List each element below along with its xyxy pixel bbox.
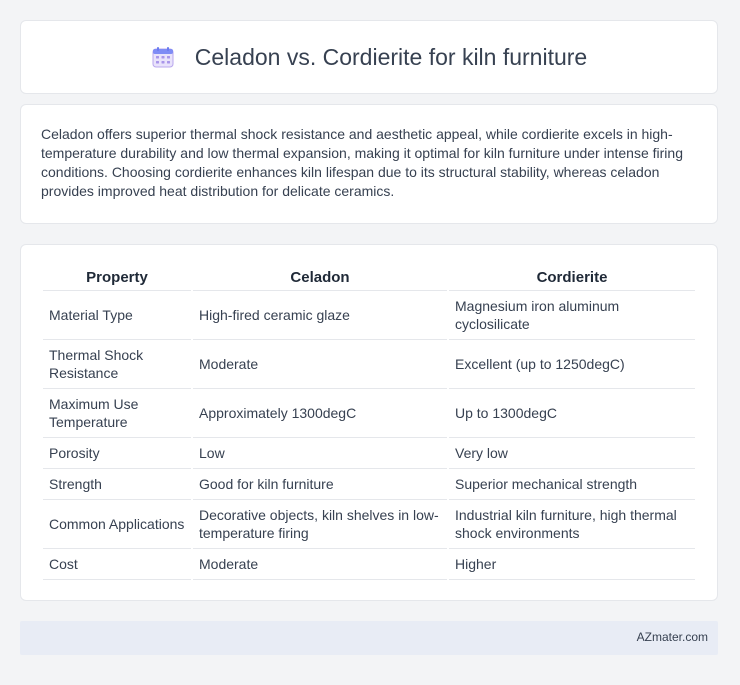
- title-card: Celadon vs. Cordierite for kiln furnitur…: [20, 20, 718, 94]
- table-cell: Magnesium iron aluminum cyclosilicate: [449, 291, 695, 340]
- table-cell: Strength: [43, 469, 191, 500]
- table-cell: Cost: [43, 549, 191, 580]
- table-row: Strength Good for kiln furniture Superio…: [43, 469, 695, 500]
- table-row: Maximum Use Temperature Approximately 13…: [43, 389, 695, 438]
- title-wrap: Celadon vs. Cordierite for kiln furnitur…: [151, 44, 587, 71]
- table-row: Cost Moderate Higher: [43, 549, 695, 580]
- table-cell: High-fired ceramic glaze: [193, 291, 447, 340]
- comparison-table-card: Property Celadon Cordierite Material Typ…: [20, 244, 718, 601]
- table-cell: Superior mechanical strength: [449, 469, 695, 500]
- header-cordierite: Cordierite: [449, 261, 695, 291]
- page-title: Celadon vs. Cordierite for kiln furnitur…: [194, 43, 588, 70]
- table-cell: Moderate: [193, 340, 447, 389]
- header-property: Property: [43, 261, 191, 291]
- footer: AZmater.com: [20, 621, 718, 655]
- table-row: Porosity Low Very low: [43, 438, 695, 469]
- table-cell: Good for kiln furniture: [193, 469, 447, 500]
- table-cell: Material Type: [43, 291, 191, 340]
- table-cell: Excellent (up to 1250degC): [449, 340, 695, 389]
- comparison-table: Property Celadon Cordierite Material Typ…: [41, 261, 697, 580]
- header-celadon: Celadon: [193, 261, 447, 291]
- footer-brand[interactable]: AZmater.com: [637, 630, 708, 644]
- table-cell: Up to 1300degC: [449, 389, 695, 438]
- calendar-icon: [152, 47, 174, 68]
- table-cell: Thermal Shock Resistance: [43, 340, 191, 389]
- table-cell: Maximum Use Temperature: [43, 389, 191, 438]
- table-cell: Low: [193, 438, 447, 469]
- table-row: Material Type High-fired ceramic glaze M…: [43, 291, 695, 340]
- table-cell: Higher: [449, 549, 695, 580]
- table-header-row: Property Celadon Cordierite: [43, 261, 695, 291]
- table-cell: Approximately 1300degC: [193, 389, 447, 438]
- table-cell: Moderate: [193, 549, 447, 580]
- table-row: Thermal Shock Resistance Moderate Excell…: [43, 340, 695, 389]
- summary-text: Celadon offers superior thermal shock re…: [41, 126, 683, 199]
- table-cell: Industrial kiln furniture, high thermal …: [449, 500, 695, 549]
- table-cell: Common Applications: [43, 500, 191, 549]
- summary-card: Celadon offers superior thermal shock re…: [20, 104, 718, 224]
- table-row: Common Applications Decorative objects, …: [43, 500, 695, 549]
- table-cell: Porosity: [43, 438, 191, 469]
- table-cell: Decorative objects, kiln shelves in low-…: [193, 500, 447, 549]
- table-cell: Very low: [449, 438, 695, 469]
